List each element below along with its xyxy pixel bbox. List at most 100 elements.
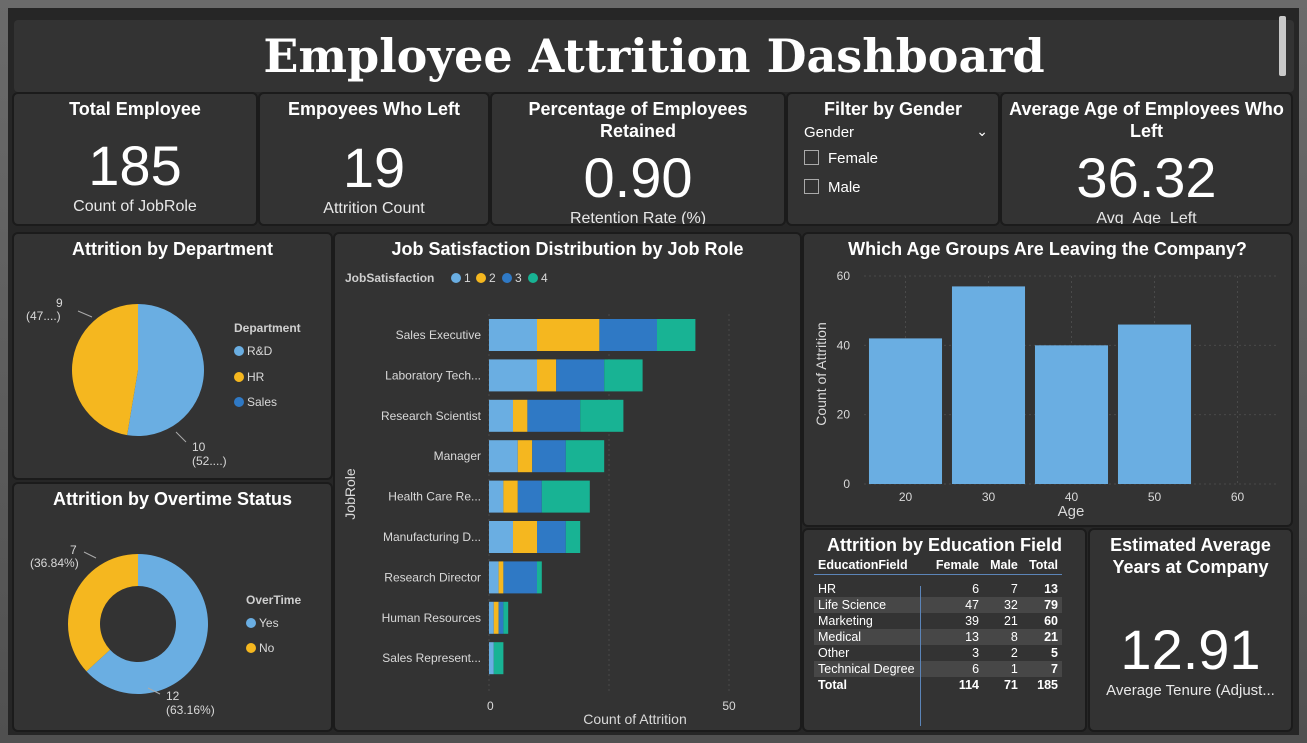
y-category-label: Manufacturing D...	[383, 530, 481, 544]
kpi-value: 0.90	[583, 146, 693, 209]
gender-dropdown-label: Gender	[804, 124, 855, 141]
chevron-down-icon[interactable]: ⌄	[976, 123, 988, 140]
legend-label-rd[interactable]: R&D	[247, 344, 273, 358]
table-cell: 185	[1037, 677, 1058, 692]
overtime-donut-card[interactable]: Attrition by Overtime Status 7 (36.84%) …	[12, 482, 333, 732]
table-cell: 2	[1010, 645, 1018, 660]
column-header[interactable]: Male	[983, 556, 1022, 575]
checkbox[interactable]	[804, 150, 819, 165]
age-bar-card[interactable]: Which Age Groups Are Leaving the Company…	[802, 232, 1293, 527]
chart-title: Attrition by Department	[71, 239, 273, 259]
kpi-value: 185	[88, 134, 182, 197]
table-cell: 5	[1051, 645, 1058, 660]
legend-label-1[interactable]: 1	[464, 271, 471, 285]
x-tick-label: 60	[1231, 490, 1245, 504]
table-cell: 71	[1003, 677, 1018, 692]
kpi-total-employee[interactable]: Total Employee 185 Count of JobRole	[12, 92, 258, 226]
jobsat-stacked-bar-chart[interactable]: JobSatisfaction 1 2 3 4 Sales Executive L…	[335, 264, 800, 728]
y-axis-title: JobRole	[342, 468, 358, 520]
table-row[interactable]: HR 6 7 13	[814, 581, 1062, 597]
dashboard-title: Employee Attrition Dashboard	[263, 29, 1045, 83]
kpi-retention-rate[interactable]: Percentage of Employees Retained 0.90 Re…	[490, 92, 786, 226]
filter-title: Filter by Gender	[823, 99, 963, 119]
table-row[interactable]: Technical Degree 6 1 7	[814, 660, 1062, 677]
education-table[interactable]: EducationField Female Male Total HR 6 7 …	[814, 556, 1062, 693]
column-header[interactable]: Female	[928, 556, 983, 575]
table-cell: 13	[1044, 581, 1058, 596]
table-cell: Total	[818, 677, 847, 692]
bar-segment	[565, 521, 581, 553]
x-tick-label: 30	[982, 490, 996, 504]
kpi-average-tenure[interactable]: Estimated Average Years at Company 12.91…	[1088, 528, 1293, 732]
data-label-no-pct: (36.84%)	[30, 556, 79, 570]
pie-slice-rd[interactable]	[127, 304, 204, 436]
dashboard-canvas: Employee Attrition Dashboard Total Emplo…	[8, 8, 1299, 735]
data-label-rd-pct: (52....)	[192, 454, 227, 468]
y-category-label: Sales Executive	[396, 328, 482, 342]
donut-slice-no[interactable]	[67, 554, 138, 672]
x-tick-label: 20	[899, 490, 913, 504]
x-tick-label: 50	[1148, 490, 1162, 504]
bar-segment	[537, 521, 566, 553]
gender-dropdown[interactable]: Gender ⌄	[804, 123, 988, 144]
table-row[interactable]: Life Science 47 32 79	[814, 596, 1062, 613]
bar-segment	[517, 480, 542, 513]
overtime-donut-chart[interactable]: 7 (36.84%) 12 (63.16%) OverTime Yes No	[14, 514, 331, 728]
jobsat-bar-card[interactable]: Job Satisfaction Distribution by Job Rol…	[333, 232, 802, 732]
legend-title: Department	[234, 321, 301, 335]
x-axis-title: Age	[1058, 503, 1085, 520]
legend-label-no[interactable]: No	[259, 641, 275, 655]
y-category-label: Health Care Re...	[388, 490, 481, 504]
gender-option-female[interactable]: Female	[804, 150, 878, 167]
kpi-value: 12.91	[1120, 618, 1261, 681]
legend-title: JobSatisfaction	[345, 271, 434, 285]
x-axis-title: Count of Attrition	[583, 711, 687, 727]
y-tick-label: 0	[843, 477, 850, 491]
legend-label-4[interactable]: 4	[541, 271, 548, 285]
gender-option-male[interactable]: Male	[804, 179, 861, 196]
table-row[interactable]: Other 3 2 5	[814, 645, 1062, 661]
bar-segment	[489, 359, 537, 392]
kpi-employees-left[interactable]: Empoyees Who Left 19 Attrition Count	[258, 92, 490, 226]
table-cell: Medical	[814, 628, 928, 645]
y-category-label: Human Resources	[382, 611, 481, 625]
data-label-yes-value: 12	[166, 689, 180, 703]
table-cell: 47	[927, 596, 984, 613]
education-table-card[interactable]: Attrition by Education Field EducationFi…	[802, 528, 1087, 732]
bar-segment	[513, 521, 537, 553]
pie-slice-hr[interactable]	[71, 304, 138, 436]
table-row[interactable]: Marketing 39 21 60	[814, 613, 1062, 629]
label-leader	[77, 310, 93, 318]
legend-label-sales[interactable]: Sales	[247, 395, 277, 409]
table-cell: 7	[1021, 660, 1062, 677]
option-label: Male	[828, 179, 861, 196]
table-total-row[interactable]: Total 114 71 185	[814, 677, 1062, 693]
legend-label-yes[interactable]: Yes	[259, 616, 279, 630]
department-pie-card[interactable]: Attrition by Department 9 (47....) 10 (5…	[12, 232, 333, 480]
age-bar-chart[interactable]: 0 20 40 60 20 30 40 50 60 Count of Attrition Age	[804, 264, 1291, 524]
bar-segment	[489, 399, 513, 432]
x-tick-0: 0	[487, 699, 494, 713]
table-row[interactable]: Medical 13 8 21	[814, 628, 1062, 645]
kpi-title: Estimated Average Years at Company	[1110, 535, 1271, 577]
legend-label-3[interactable]: 3	[515, 271, 522, 285]
data-label-hr-pct: (47....)	[26, 309, 61, 323]
gender-filter-slicer[interactable]: Filter by Gender Gender ⌄ Female Male	[786, 92, 1000, 226]
data-label-rd-value: 10	[192, 440, 206, 454]
column-header[interactable]: Total	[1022, 556, 1062, 575]
legend-label-2[interactable]: 2	[489, 271, 496, 285]
kpi-label: Avg_Age_Left	[1096, 210, 1197, 226]
checkbox[interactable]	[804, 179, 819, 194]
bar-segment	[493, 601, 499, 634]
bar-segment	[498, 601, 504, 634]
label-leader	[83, 551, 97, 559]
kpi-average-age-left[interactable]: Average Age of Employees Who Left 36.32 …	[1000, 92, 1293, 226]
kpi-title: Empoyees Who Left	[287, 99, 461, 119]
department-pie-chart[interactable]: 9 (47....) 10 (52....) Department R&D HR…	[14, 264, 331, 476]
chart-title: Attrition by Overtime Status	[52, 489, 293, 509]
legend-label-hr[interactable]: HR	[247, 370, 265, 384]
column-header[interactable]: EducationField	[814, 556, 928, 575]
table-cell: 114	[958, 677, 980, 692]
y-axis-title: Count of Attrition	[813, 322, 829, 426]
scrollbar-thumb[interactable]	[1279, 16, 1286, 76]
